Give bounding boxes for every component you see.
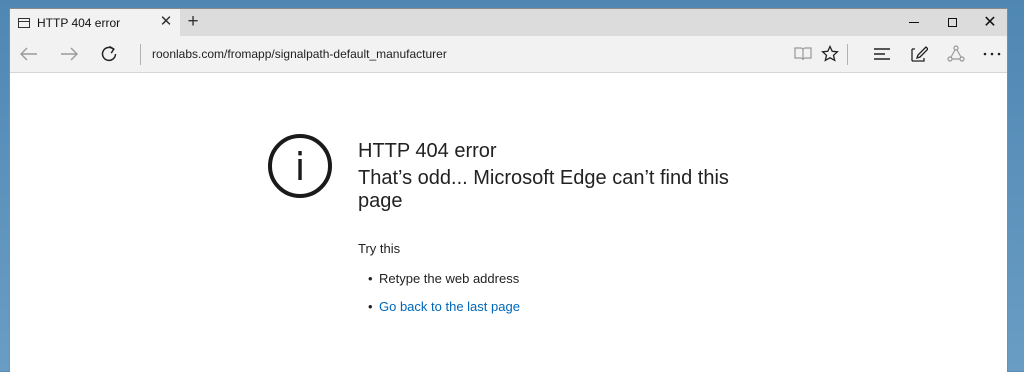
close-window-button[interactable]: ✕	[971, 9, 1009, 36]
navigation-bar: roonlabs.com/fromapp/signalpath-default_…	[10, 36, 1007, 73]
tab-strip: HTTP 404 error ✕ + ✕	[10, 9, 1007, 36]
info-icon: i	[268, 134, 332, 198]
go-back-link[interactable]: Go back to the last page	[379, 299, 520, 314]
forward-button[interactable]	[55, 42, 83, 66]
share-button[interactable]	[942, 42, 970, 66]
reading-view-button[interactable]	[789, 42, 817, 66]
error-subtitle: That’s odd... Microsoft Edge can’t find …	[358, 167, 729, 212]
share-icon	[947, 45, 965, 62]
tip-go-back: • Go back to the last page	[368, 299, 520, 327]
tip-retype: • Retype the web address	[368, 271, 520, 299]
toolbar-separator	[847, 44, 848, 65]
tip-retype-text: Retype the web address	[379, 271, 520, 286]
maximize-icon	[947, 18, 957, 27]
try-this-heading: Try this	[358, 241, 401, 256]
more-button[interactable]	[978, 42, 1006, 66]
favorite-button[interactable]	[816, 42, 844, 66]
web-note-button[interactable]	[905, 42, 933, 66]
forward-arrow-icon	[61, 47, 78, 61]
back-arrow-icon	[20, 47, 37, 61]
minimize-icon	[909, 22, 919, 23]
error-title: HTTP 404 error	[358, 140, 497, 162]
reading-view-icon	[794, 47, 812, 61]
tips-list: • Retype the web address • Go back to th…	[368, 271, 520, 327]
bullet: •	[368, 299, 373, 314]
more-icon	[983, 52, 1001, 56]
page-content: i HTTP 404 error That’s odd... Microsoft…	[10, 74, 1007, 372]
refresh-button[interactable]	[95, 42, 123, 66]
refresh-icon	[101, 45, 117, 62]
hub-button[interactable]	[868, 42, 896, 66]
tab-http-404[interactable]: HTTP 404 error ✕	[10, 9, 180, 36]
close-icon: ✕	[983, 13, 997, 31]
address-separator	[140, 44, 141, 65]
maximize-button[interactable]	[933, 9, 971, 36]
page-icon	[18, 17, 30, 28]
minimize-button[interactable]	[895, 9, 933, 36]
new-tab-button[interactable]: +	[182, 11, 204, 33]
bullet: •	[368, 271, 373, 286]
browser-window: HTTP 404 error ✕ + ✕ roonlabs.com/fromap…	[9, 8, 1008, 372]
back-button[interactable]	[15, 42, 43, 66]
tab-close-icon[interactable]: ✕	[158, 13, 174, 31]
hub-icon	[874, 48, 890, 60]
tab-title: HTTP 404 error	[37, 15, 121, 30]
address-bar[interactable]: roonlabs.com/fromapp/signalpath-default_…	[152, 47, 447, 61]
star-icon	[821, 45, 839, 62]
web-note-icon	[911, 46, 928, 62]
